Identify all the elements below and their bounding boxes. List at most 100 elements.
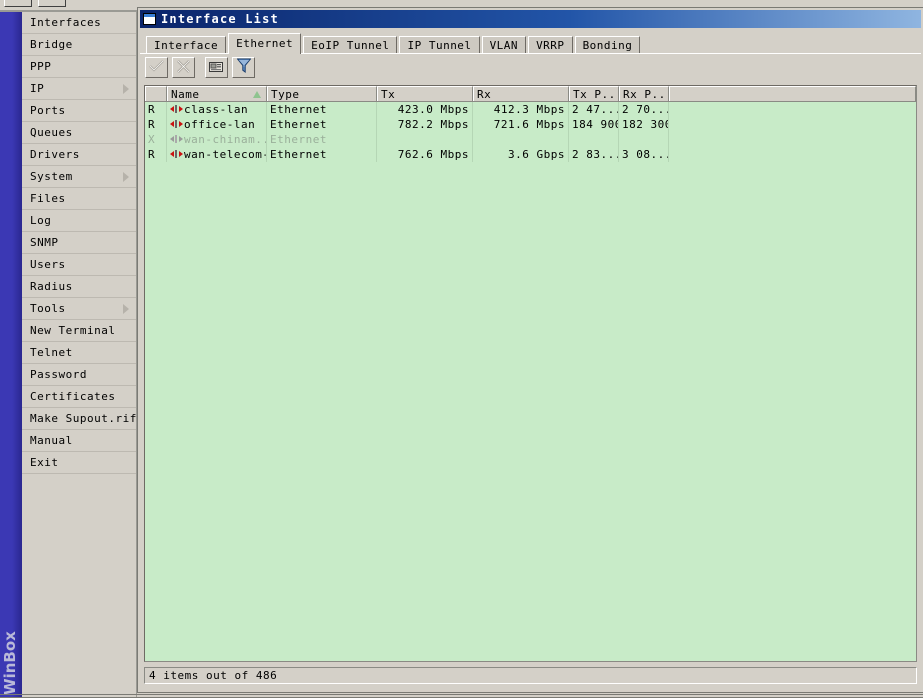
funnel-icon bbox=[235, 58, 252, 77]
cell-rxp bbox=[619, 132, 669, 147]
table-row[interactable]: Roffice-lan Ethernet 782.2 Mbps 721.6 Mbps 1… bbox=[145, 117, 916, 132]
top-toolbar-button-2[interactable] bbox=[38, 0, 66, 7]
menu-item-files[interactable]: Files bbox=[22, 188, 136, 210]
menu-item-telnet[interactable]: Telnet bbox=[22, 342, 136, 364]
table-header-row[interactable]: Name Type Tx Rx Tx P... Rx P... bbox=[145, 86, 916, 102]
window-title: Interface List bbox=[161, 12, 279, 26]
menu-item-queues[interactable]: Queues bbox=[22, 122, 136, 144]
top-toolbar-button-1[interactable] bbox=[4, 0, 32, 7]
menu-item-ip[interactable]: IP bbox=[22, 78, 136, 100]
winbox-brand-label: RouterOS WinBox bbox=[1, 581, 19, 698]
column-header-pad[interactable] bbox=[669, 86, 916, 101]
tab-bar[interactable]: Interface Ethernet EoIP Tunnel IP Tunnel VLA… bbox=[140, 32, 921, 54]
menu-item-log[interactable]: Log bbox=[22, 210, 136, 232]
cell-rx: 721.6 Mbps bbox=[473, 117, 569, 132]
menu-item-ppp[interactable]: PPP bbox=[22, 56, 136, 78]
menu-item-users[interactable]: Users bbox=[22, 254, 136, 276]
menu-item-system[interactable]: System bbox=[22, 166, 136, 188]
tab-eoip-tunnel[interactable]: EoIP Tunnel bbox=[303, 36, 398, 53]
cell-txp: 2 83... bbox=[569, 147, 619, 162]
menu-item-new-terminal[interactable]: New Terminal bbox=[22, 320, 136, 342]
column-header-tx[interactable]: Tx bbox=[377, 86, 473, 101]
cell-rx: 412.3 Mbps bbox=[473, 102, 569, 117]
menu-item-label: Files bbox=[30, 192, 66, 205]
column-header-type[interactable]: Type bbox=[267, 86, 377, 101]
cell-pad bbox=[669, 147, 916, 162]
menu-item-label: Make Supout.rif bbox=[30, 412, 137, 425]
check-icon bbox=[149, 58, 164, 77]
menu-item-label: Manual bbox=[30, 434, 73, 447]
window-toolbar[interactable] bbox=[140, 53, 921, 80]
table-body[interactable]: Rclass-lan Ethernet 423.0 Mbps 412.3 Mbps 2 … bbox=[145, 102, 916, 162]
column-header-label: Rx bbox=[477, 88, 492, 101]
cell-name: wan-telecom-2 bbox=[167, 147, 267, 162]
cell-tx: 782.2 Mbps bbox=[377, 117, 473, 132]
tab-vrrp[interactable]: VRRP bbox=[528, 36, 573, 53]
cell-flag: R bbox=[145, 147, 167, 162]
tab-ip-tunnel[interactable]: IP Tunnel bbox=[399, 36, 480, 53]
tab-ethernet[interactable]: Ethernet bbox=[228, 33, 302, 54]
table-row[interactable]: Xwan-chinam...Ethernet bbox=[145, 132, 916, 147]
column-header-rxp[interactable]: Rx P... bbox=[619, 86, 669, 101]
menu-item-label: Queues bbox=[30, 126, 73, 139]
menu-item-label: System bbox=[30, 170, 73, 183]
column-header-rx[interactable]: Rx bbox=[473, 86, 569, 101]
interface-name-label: wan-telecom-2 bbox=[184, 148, 266, 161]
menu-item-label: Users bbox=[30, 258, 66, 271]
menu-item-make-supout-rif[interactable]: Make Supout.rif bbox=[22, 408, 136, 430]
column-header-txp[interactable]: Tx P... bbox=[569, 86, 619, 101]
menu-item-radius[interactable]: Radius bbox=[22, 276, 136, 298]
tab-bonding[interactable]: Bonding bbox=[574, 36, 641, 53]
properties-button[interactable] bbox=[205, 56, 228, 78]
enable-button[interactable] bbox=[145, 56, 168, 78]
disable-button[interactable] bbox=[172, 56, 195, 78]
cell-flag: R bbox=[145, 117, 167, 132]
menu-item-ports[interactable]: Ports bbox=[22, 100, 136, 122]
menu-item-label: Bridge bbox=[30, 38, 73, 51]
filter-button[interactable] bbox=[232, 56, 255, 78]
tab-interface[interactable]: Interface bbox=[146, 36, 227, 53]
winbox-spine: RouterOS WinBox bbox=[0, 12, 22, 698]
winbox-desktop: RouterOS WinBox Interfaces Bridge PPP IP Por… bbox=[0, 0, 923, 698]
column-header-name[interactable]: Name bbox=[167, 86, 267, 101]
interface-list-window: Interface List Interface Ethernet EoIP Tun… bbox=[138, 8, 923, 692]
menu-item-snmp[interactable]: SNMP bbox=[22, 232, 136, 254]
menu-item-password[interactable]: Password bbox=[22, 364, 136, 386]
cell-tx bbox=[377, 132, 473, 147]
interface-table[interactable]: Name Type Tx Rx Tx P... Rx P... Rclass-lan Eth… bbox=[144, 85, 917, 662]
interface-arrows-icon bbox=[170, 135, 183, 144]
menu-item-manual[interactable]: Manual bbox=[22, 430, 136, 452]
menu-item-certificates[interactable]: Certificates bbox=[22, 386, 136, 408]
menu-item-label: Radius bbox=[30, 280, 73, 293]
cell-type: Ethernet bbox=[267, 132, 377, 147]
cell-flag: X bbox=[145, 132, 167, 147]
menu-item-label: Log bbox=[30, 214, 52, 227]
tab-vlan[interactable]: VLAN bbox=[481, 36, 527, 53]
main-menu[interactable]: Interfaces Bridge PPP IP Ports Queues Drivers S… bbox=[22, 12, 137, 698]
chevron-right-icon bbox=[123, 304, 129, 314]
menu-item-label: IP bbox=[30, 82, 45, 95]
menu-item-label: Interfaces bbox=[30, 16, 102, 29]
menu-item-label: SNMP bbox=[30, 236, 59, 249]
cell-tx: 762.6 Mbps bbox=[377, 147, 473, 162]
cell-txp: 2 47... bbox=[569, 102, 619, 117]
column-header-label: Name bbox=[171, 88, 200, 101]
column-header-label: Type bbox=[271, 88, 300, 101]
menu-item-interfaces[interactable]: Interfaces bbox=[22, 12, 136, 34]
frame-line-1 bbox=[0, 694, 923, 695]
table-row[interactable]: Rwan-telecom-2Ethernet762.6 Mbps3.6 Gbps… bbox=[145, 147, 916, 162]
menu-item-exit[interactable]: Exit bbox=[22, 452, 136, 474]
menu-item-bridge[interactable]: Bridge bbox=[22, 34, 136, 56]
cell-rx bbox=[473, 132, 569, 147]
menu-item-tools[interactable]: Tools bbox=[22, 298, 136, 320]
table-row[interactable]: Rclass-lan Ethernet 423.0 Mbps 412.3 Mbps 2 … bbox=[145, 102, 916, 117]
cross-icon bbox=[177, 58, 190, 77]
cell-pad bbox=[669, 132, 916, 147]
cell-type: Ethernet bbox=[267, 102, 377, 117]
column-header-flag[interactable] bbox=[145, 86, 167, 101]
cell-name: class-lan bbox=[167, 102, 267, 117]
cell-type: Ethernet bbox=[267, 147, 377, 162]
menu-item-drivers[interactable]: Drivers bbox=[22, 144, 136, 166]
interface-name-label: wan-chinam... bbox=[184, 133, 266, 146]
window-titlebar[interactable]: Interface List bbox=[140, 10, 921, 28]
